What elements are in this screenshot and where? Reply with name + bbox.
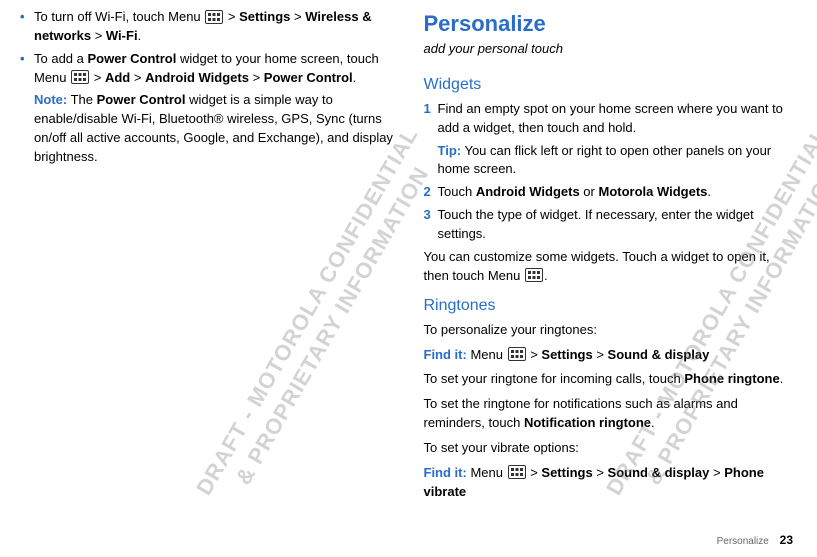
text: To turn off Wi-Fi, touch Menu bbox=[34, 9, 204, 24]
text: or bbox=[580, 184, 599, 199]
tip-paragraph: Tip: You can flick left or right to open… bbox=[438, 142, 798, 180]
number-mark: 3 bbox=[424, 206, 438, 244]
paragraph: To set your vibrate options: bbox=[424, 439, 798, 458]
strong: Power Control bbox=[97, 92, 186, 107]
strong: Power Control bbox=[88, 51, 177, 66]
strong: Add bbox=[105, 70, 130, 85]
menu-icon bbox=[71, 70, 89, 84]
number-mark: 1 bbox=[424, 100, 438, 179]
paragraph: To set the ringtone for notifications su… bbox=[424, 395, 798, 433]
text: > bbox=[527, 465, 542, 480]
text: > bbox=[90, 70, 105, 85]
section-subtitle: add your personal touch bbox=[424, 40, 798, 59]
numbered-text: Touch the type of widget. If necessary, … bbox=[438, 206, 798, 244]
paragraph: You can customize some widgets. Touch a … bbox=[424, 248, 798, 286]
bullet-item: • To add a Power Control widget to your … bbox=[20, 50, 394, 173]
text: To set your ringtone for incoming calls,… bbox=[424, 371, 685, 386]
strong: Settings bbox=[541, 465, 592, 480]
section-title: Personalize bbox=[424, 8, 798, 40]
strong: Settings bbox=[239, 9, 290, 24]
findit-line: Find it: Menu > Settings > Sound & displ… bbox=[424, 346, 798, 365]
bullet-text: To turn off Wi-Fi, touch Menu > Settings… bbox=[34, 8, 394, 46]
text: . bbox=[138, 28, 142, 43]
numbered-item: 3 Touch the type of widget. If necessary… bbox=[424, 206, 798, 244]
strong: Sound & display bbox=[608, 347, 710, 362]
text: . bbox=[353, 70, 357, 85]
bullet-item: • To turn off Wi-Fi, touch Menu > Settin… bbox=[20, 8, 394, 46]
widgets-heading: Widgets bbox=[424, 73, 798, 96]
text: > bbox=[709, 465, 724, 480]
left-column: • To turn off Wi-Fi, touch Menu > Settin… bbox=[20, 8, 394, 507]
number-mark: 2 bbox=[424, 183, 438, 202]
findit-label: Find it: bbox=[424, 465, 467, 480]
bullet-text: To add a Power Control widget to your ho… bbox=[34, 50, 394, 173]
text: > bbox=[249, 70, 264, 85]
note-label: Note: bbox=[34, 92, 67, 107]
text: Find an empty spot on your home screen w… bbox=[438, 100, 798, 138]
menu-icon bbox=[508, 347, 526, 361]
menu-icon bbox=[525, 268, 543, 282]
page-number: 23 bbox=[780, 533, 793, 547]
paragraph: To personalize your ringtones: bbox=[424, 321, 798, 340]
ringtones-heading: Ringtones bbox=[424, 294, 798, 317]
text: Touch bbox=[438, 184, 476, 199]
paragraph: To set your ringtone for incoming calls,… bbox=[424, 370, 798, 389]
strong: Android Widgets bbox=[145, 70, 249, 85]
bullet-mark: • bbox=[20, 50, 34, 173]
strong: Settings bbox=[541, 347, 592, 362]
strong: Android Widgets bbox=[476, 184, 580, 199]
numbered-text: Touch Android Widgets or Motorola Widget… bbox=[438, 183, 798, 202]
note-paragraph: Note: The Power Control widget is a simp… bbox=[34, 91, 394, 166]
text: The bbox=[67, 92, 96, 107]
strong: Motorola Widgets bbox=[598, 184, 707, 199]
text: Menu bbox=[467, 347, 507, 362]
text: > bbox=[130, 70, 145, 85]
text: > bbox=[527, 347, 542, 362]
bullet-mark: • bbox=[20, 8, 34, 46]
numbered-text: Find an empty spot on your home screen w… bbox=[438, 100, 798, 179]
text: To add a bbox=[34, 51, 88, 66]
footer-label: Personalize bbox=[717, 536, 769, 547]
text: . bbox=[651, 415, 655, 430]
strong: Wi-Fi bbox=[106, 28, 138, 43]
text: > bbox=[91, 28, 106, 43]
strong: Power Control bbox=[264, 70, 353, 85]
text: . bbox=[544, 268, 548, 283]
strong: Notification ringtone bbox=[524, 415, 651, 430]
findit-label: Find it: bbox=[424, 347, 467, 362]
tip-label: Tip: bbox=[438, 143, 462, 158]
text: Menu bbox=[467, 465, 507, 480]
text: . bbox=[780, 371, 784, 386]
menu-icon bbox=[205, 10, 223, 24]
strong: Phone ringtone bbox=[684, 371, 779, 386]
text: > bbox=[290, 9, 305, 24]
right-column: Personalize add your personal touch Widg… bbox=[424, 8, 798, 507]
text: You can customize some widgets. Touch a … bbox=[424, 249, 770, 283]
numbered-item: 2 Touch Android Widgets or Motorola Widg… bbox=[424, 183, 798, 202]
numbered-item: 1 Find an empty spot on your home screen… bbox=[424, 100, 798, 179]
findit-line: Find it: Menu > Settings > Sound & displ… bbox=[424, 464, 798, 502]
text: > bbox=[224, 9, 239, 24]
text: > bbox=[593, 465, 608, 480]
text: . bbox=[707, 184, 711, 199]
menu-icon bbox=[508, 465, 526, 479]
text: You can flick left or right to open othe… bbox=[438, 143, 772, 177]
text: > bbox=[593, 347, 608, 362]
strong: Sound & display bbox=[608, 465, 710, 480]
footer: Personalize 23 bbox=[717, 532, 793, 550]
